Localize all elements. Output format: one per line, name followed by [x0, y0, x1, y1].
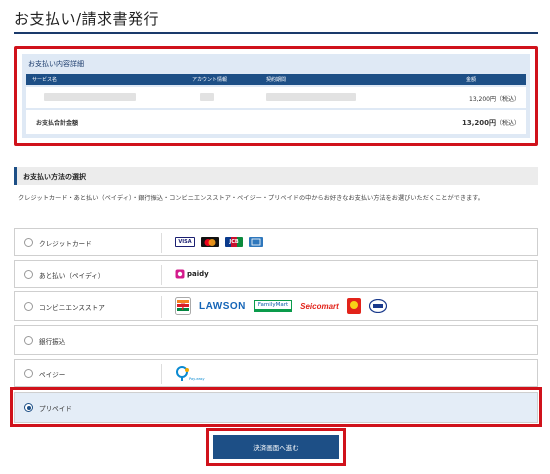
- total-amount: 13,200円: [461, 119, 496, 127]
- proceed-to-payment-button[interactable]: 決済画面へ進む: [213, 435, 339, 459]
- redacted-account-info: [200, 93, 214, 101]
- method-option-bank-transfer[interactable]: 銀行振込: [14, 325, 538, 355]
- col-service-name: サービス名: [32, 77, 58, 83]
- visa-logo: VISA: [175, 237, 195, 247]
- title-divider: [14, 32, 538, 34]
- col-account-info: アカウント情報: [192, 77, 228, 83]
- method-option-paidy[interactable]: あと払い（ペイディ） paidy: [14, 260, 538, 288]
- lawson-logo: LAWSON: [199, 300, 246, 312]
- total-label: お支払合計金額: [36, 120, 79, 127]
- heading-accent: [14, 167, 17, 185]
- redacted-contract-period: [266, 93, 356, 101]
- details-total-row: お支払合計金額 13,200円（税込）: [26, 110, 526, 134]
- method-description: クレジットカード・あと払い（ペイディ）・銀行振込・コンビニエンスストア・ペイジー…: [18, 195, 484, 202]
- details-table-row: 13,200円（税込）: [26, 87, 526, 108]
- method-option-payeasy[interactable]: ペイジー Pay-easy: [14, 359, 538, 387]
- total-price: 13,200円（税込）: [462, 118, 520, 128]
- method-label: コンビニエンスストア: [39, 304, 105, 312]
- row-divider: [161, 233, 162, 253]
- familymart-logo: FamilyMart: [253, 300, 293, 312]
- col-contract-period: 契約期間: [266, 77, 287, 83]
- radio-credit-card[interactable]: [24, 238, 33, 247]
- radio-prepaid[interactable]: [24, 403, 33, 412]
- mastercard-logo: [201, 237, 219, 247]
- method-label: ペイジー: [39, 371, 66, 379]
- method-heading: お支払い方法の選択: [23, 173, 86, 181]
- paidy-icon: [175, 269, 185, 279]
- radio-bank-transfer[interactable]: [24, 336, 33, 345]
- page-title: お支払い/請求書発行: [14, 10, 160, 28]
- radio-payeasy[interactable]: [24, 369, 33, 378]
- daily-yamazaki-logo: [346, 298, 361, 314]
- amex-logo: [249, 237, 263, 247]
- paidy-logo: paidy: [187, 270, 209, 278]
- payeasy-logo-group: Pay-easy: [175, 366, 205, 382]
- total-tax: （税込）: [495, 120, 520, 127]
- method-label: 銀行振込: [39, 338, 66, 346]
- details-highlight-frame: お支払い内容詳細 サービス名 アカウント情報 契約期間 金額 13,200円（税…: [14, 46, 538, 146]
- details-heading: お支払い内容詳細: [28, 60, 84, 68]
- radio-convenience-store[interactable]: [24, 302, 33, 311]
- card-logos: VISA JCB: [175, 237, 263, 247]
- jcb-logo: JCB: [225, 237, 243, 247]
- row-divider: [161, 296, 162, 318]
- ministop-logo: [368, 299, 387, 313]
- col-amount: 金額: [466, 77, 477, 83]
- row-divider: [161, 364, 162, 384]
- row-divider: [161, 265, 162, 285]
- row-price: 13,200円（税込）: [469, 96, 520, 103]
- submit-highlight-frame: 決済画面へ進む: [206, 428, 346, 466]
- method-label: クレジットカード: [39, 240, 92, 248]
- method-label: プリペイド: [39, 405, 72, 413]
- redacted-service-name: [44, 93, 136, 101]
- seicomart-logo: Seicomart: [300, 301, 339, 311]
- method-heading-bar: お支払い方法の選択: [14, 167, 538, 185]
- method-label: あと払い（ペイディ）: [39, 272, 105, 280]
- payment-details-panel: お支払い内容詳細 サービス名 アカウント情報 契約期間 金額 13,200円（税…: [22, 54, 530, 138]
- svg-text:7: 7: [180, 302, 185, 312]
- radio-paidy[interactable]: [24, 270, 33, 279]
- method-option-prepaid[interactable]: プリペイド: [14, 392, 538, 423]
- convenience-store-logos: 7 LAWSON FamilyMart Seicomart: [175, 297, 387, 315]
- method-option-credit-card[interactable]: クレジットカード VISA JCB: [14, 228, 538, 256]
- payeasy-logo: Pay-easy: [189, 377, 205, 381]
- paidy-logo-group: paidy: [175, 269, 209, 279]
- details-table-header: サービス名 アカウント情報 契約期間 金額: [26, 74, 526, 85]
- method-option-convenience-store[interactable]: コンビニエンスストア 7 LAWSON FamilyMart Seicomart: [14, 291, 538, 321]
- seven-eleven-logo: 7: [175, 297, 191, 315]
